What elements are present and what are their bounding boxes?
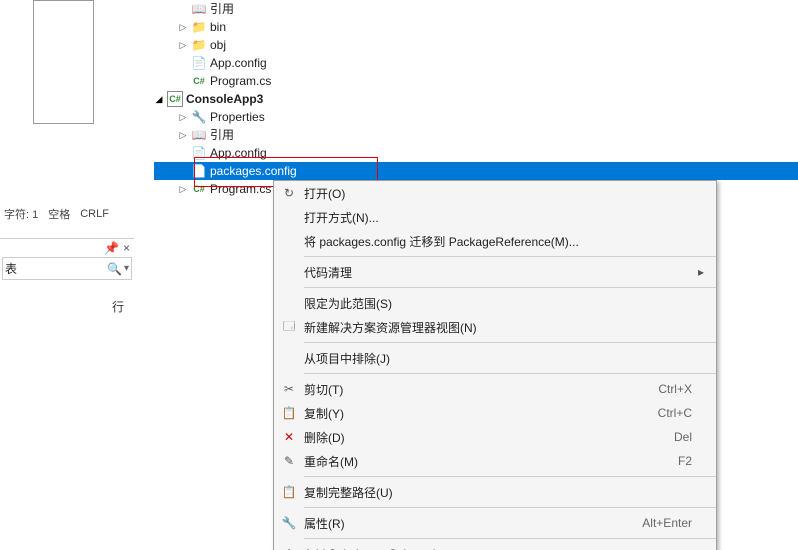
cs-project-icon: C# xyxy=(167,91,183,107)
open-icon: ↻ xyxy=(274,186,304,200)
expander-icon[interactable]: ▷ xyxy=(178,40,188,50)
menu-copy-path[interactable]: 📋 复制完整路径(U) xyxy=(274,480,716,504)
menu-scope[interactable]: 限定为此范围(S) xyxy=(274,291,716,315)
menu-svn[interactable]: ⬆ Add Solution to Subversion... xyxy=(274,542,716,550)
tree-node[interactable]: ▷ 📁 obj xyxy=(154,36,798,54)
reference-icon: 📖 xyxy=(191,1,207,17)
menu-open-with[interactable]: 打开方式(N)... xyxy=(274,205,716,229)
tree-node[interactable]: ▷ 📁 bin xyxy=(154,18,798,36)
tree-node[interactable]: ▷ 📖 引用 xyxy=(154,0,798,18)
status-bar: 字符: 1 空格 CRLF xyxy=(0,204,130,224)
tree-node-selected[interactable]: ▷ 📄 packages.config xyxy=(154,162,798,180)
dropdown-icon[interactable]: ▾ xyxy=(124,263,129,274)
menu-code-cleanup[interactable]: 代码清理▸ xyxy=(274,260,716,284)
chevron-right-icon: ▸ xyxy=(692,265,704,279)
tree-node[interactable]: ◢ C# ConsoleApp3 xyxy=(154,90,798,108)
config-file-icon: 📄 xyxy=(191,163,207,179)
expander-icon[interactable]: ▷ xyxy=(178,184,188,194)
menu-new-view[interactable]: 🗔 新建解决方案资源管理器视图(N) xyxy=(274,315,716,339)
menu-separator xyxy=(304,373,716,374)
expander-icon[interactable]: ▷ xyxy=(178,130,188,140)
status-spacing: 空格 xyxy=(44,206,74,222)
delete-icon: ✕ xyxy=(274,430,304,444)
tree-node[interactable]: ▷ 🔧 Properties xyxy=(154,108,798,126)
search-icon[interactable]: 🔍 xyxy=(107,262,122,276)
expander-icon[interactable]: ◢ xyxy=(154,94,164,104)
copy-path-icon: 📋 xyxy=(274,485,304,499)
menu-separator xyxy=(304,476,716,477)
cs-file-icon: C# xyxy=(191,73,207,89)
cs-file-icon: C# xyxy=(191,181,207,197)
tree-node[interactable]: ▷ C# Program.cs xyxy=(154,72,798,90)
menu-cut[interactable]: ✂ 剪切(T) Ctrl+X xyxy=(274,377,716,401)
reference-icon: 📖 xyxy=(191,127,207,143)
menu-properties[interactable]: 🔧 属性(R) Alt+Enter xyxy=(274,511,716,535)
folder-icon: 📁 xyxy=(191,37,207,53)
status-lineend: CRLF xyxy=(76,208,113,220)
menu-delete[interactable]: ✕ 删除(D) Del xyxy=(274,425,716,449)
new-view-icon: 🗔 xyxy=(274,317,304,338)
menu-exclude[interactable]: 从项目中排除(J) xyxy=(274,346,716,370)
menu-separator xyxy=(304,538,716,539)
copy-icon: 📋 xyxy=(274,406,304,420)
panel-label: 表 xyxy=(5,260,17,277)
menu-separator xyxy=(304,287,716,288)
menu-copy[interactable]: 📋 复制(Y) Ctrl+C xyxy=(274,401,716,425)
tree-node[interactable]: ▷ 📄 App.config xyxy=(154,144,798,162)
close-icon[interactable]: × xyxy=(123,241,130,255)
cut-icon: ✂ xyxy=(274,382,304,396)
config-file-icon: 📄 xyxy=(191,55,207,71)
menu-separator xyxy=(304,256,716,257)
pin-icon[interactable]: 📌 xyxy=(104,241,119,255)
status-cursor: 字符: 1 xyxy=(0,206,42,222)
wrench-icon: 🔧 xyxy=(274,516,304,530)
context-menu: ↻ 打开(O) 打开方式(N)... 将 packages.config 迁移到… xyxy=(273,180,717,550)
solution-explorer-tree[interactable]: ▷ 📖 引用 ▷ 📁 bin ▷ 📁 obj ▷ 📄 App.config ▷ … xyxy=(154,0,798,196)
side-panel-frame xyxy=(33,0,94,124)
menu-separator xyxy=(304,507,716,508)
menu-rename[interactable]: ✎ 重命名(M) F2 xyxy=(274,449,716,473)
folder-icon: 📁 xyxy=(191,19,207,35)
wrench-icon: 🔧 xyxy=(191,109,207,125)
menu-separator xyxy=(304,342,716,343)
tree-node[interactable]: ▷ 📖 引用 xyxy=(154,126,798,144)
config-file-icon: 📄 xyxy=(191,145,207,161)
bottom-panel: 📌 × 表 🔍 ▾ xyxy=(0,238,134,278)
menu-migrate[interactable]: 将 packages.config 迁移到 PackageReference(M… xyxy=(274,229,716,253)
row-label: 行 xyxy=(0,298,130,315)
menu-open[interactable]: ↻ 打开(O) xyxy=(274,181,716,205)
expander-icon[interactable]: ▷ xyxy=(178,22,188,32)
rename-icon: ✎ xyxy=(274,454,304,468)
tree-node[interactable]: ▷ 📄 App.config xyxy=(154,54,798,72)
expander-icon[interactable]: ▷ xyxy=(178,112,188,122)
